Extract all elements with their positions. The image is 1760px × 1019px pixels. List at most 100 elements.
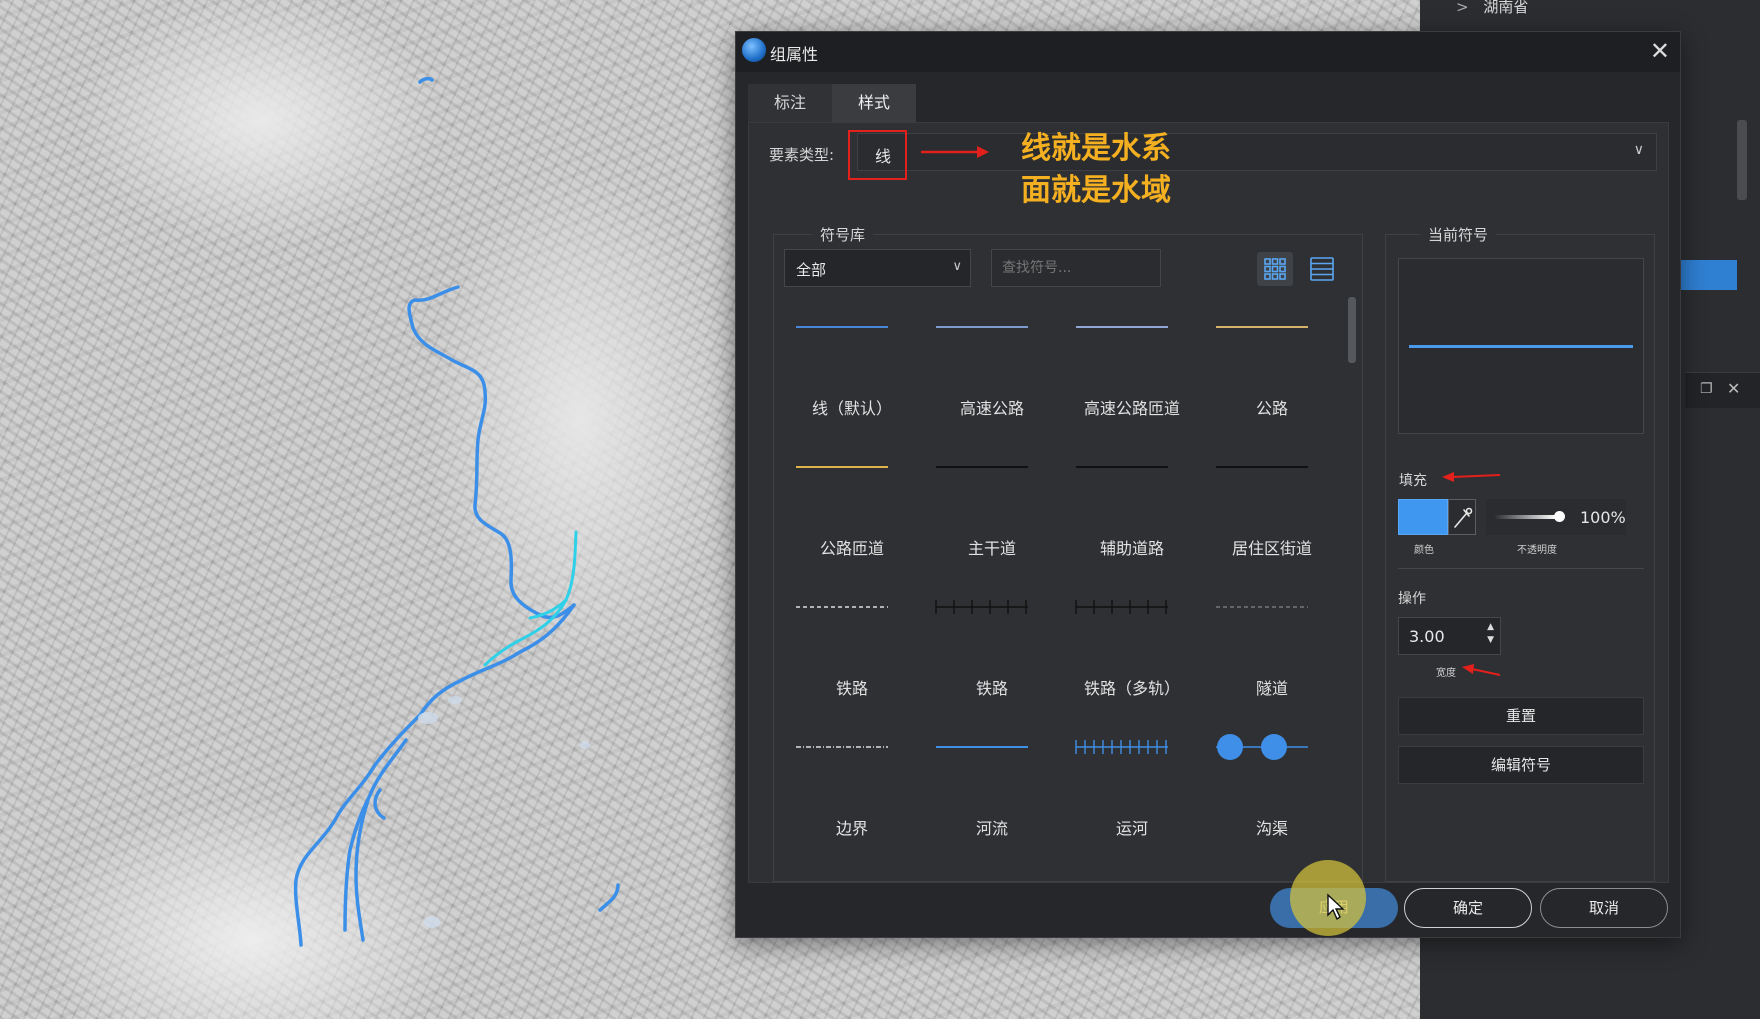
width-value: 3.00	[1409, 627, 1445, 646]
symbol-preview	[1075, 600, 1168, 614]
annotation-highlight-box	[848, 130, 907, 180]
cancel-button[interactable]: 取消	[1540, 888, 1668, 928]
chevron-down-icon: ∨	[952, 259, 962, 274]
annotation-arrow-icon	[921, 146, 989, 158]
list-view-icon[interactable]	[1304, 252, 1340, 286]
panel-header-bar	[1685, 372, 1760, 408]
symbol-preview	[935, 600, 1028, 614]
symbol-item[interactable]: 高速公路匝道	[1062, 307, 1202, 447]
opacity-caption: 不透明度	[1517, 545, 1557, 556]
symbol-item[interactable]: 边界	[782, 727, 922, 867]
symbol-preview	[1076, 326, 1168, 328]
symbol-item[interactable]: 高速公路	[922, 307, 1062, 447]
symbol-category-select[interactable]: 全部 ∨	[784, 249, 971, 287]
tree-item-hunan[interactable]: > 湖南省	[1456, 0, 1528, 17]
symbol-item[interactable]: 隧道	[1202, 587, 1342, 727]
eyedropper-icon[interactable]	[1448, 499, 1476, 535]
color-caption: 颜色	[1414, 545, 1434, 556]
symbol-label: 铁路	[975, 679, 1008, 698]
tree-item-label: 湖南省	[1483, 0, 1529, 16]
current-symbol-group: 当前符号 填充 100% 颜色 不透明度 操作 3.00 ▲ ▼ 宽度 重置 编…	[1385, 224, 1655, 882]
opacity-slider[interactable]: 100%	[1486, 499, 1626, 535]
symbol-category-value: 全部	[796, 261, 827, 279]
restore-icon[interactable]: ❐	[1700, 381, 1713, 397]
symbol-preview	[796, 606, 888, 608]
opacity-value: 100%	[1580, 508, 1626, 527]
spinner-arrows-icon[interactable]: ▲ ▼	[1487, 621, 1494, 647]
annotation-line-2: 面就是水域	[1021, 173, 1171, 208]
tab-style[interactable]: 样式	[832, 84, 916, 122]
symbol-label: 居住区街道	[1231, 539, 1312, 558]
symbol-label: 铁路	[835, 679, 868, 698]
chevron-down-icon: ∨	[1633, 142, 1644, 158]
symbol-item[interactable]: 线（默认）	[782, 307, 922, 447]
tab-label[interactable]: 标注	[748, 84, 832, 122]
symbol-preview	[1216, 326, 1308, 328]
style-tab-content: 要素类型: 线 ∨ 线就是水系 面就是水域 符号库 全部 ∨ 查找符号... 线…	[748, 122, 1669, 883]
opacity-knob[interactable]	[1554, 511, 1565, 522]
symbol-list-scrollbar[interactable]	[1347, 297, 1357, 877]
symbol-label: 高速公路	[959, 399, 1024, 418]
symbol-item[interactable]: 辅助道路	[1062, 447, 1202, 587]
symbol-preview	[796, 326, 888, 328]
symbol-label: 边界	[835, 819, 868, 838]
ok-button[interactable]: 确定	[1404, 888, 1532, 928]
close-icon[interactable]: ✕	[1650, 36, 1670, 66]
symbol-label: 辅助道路	[1099, 539, 1164, 558]
element-type-label: 要素类型:	[769, 146, 835, 164]
group-properties-dialog: 组属性 ✕ 标注 样式 要素类型: 线 ∨ 线就是水系 面就是水域 符号库 全部…	[735, 31, 1681, 938]
symbol-label: 运河	[1115, 819, 1148, 838]
symbol-label: 高速公路匝道	[1083, 399, 1180, 418]
symbol-label: 沟渠	[1255, 819, 1288, 838]
symbol-item[interactable]: 公路匝道	[782, 447, 922, 587]
dialog-titlebar[interactable]: 组属性 ✕	[736, 32, 1680, 72]
symbol-label: 河流	[975, 819, 1008, 838]
symbol-item[interactable]: 铁路	[782, 587, 922, 727]
current-symbol-legend: 当前符号	[1420, 224, 1497, 245]
fill-label: 填充	[1399, 473, 1427, 489]
chevron-right-icon: >	[1456, 0, 1469, 16]
symbol-preview	[936, 326, 1028, 328]
current-symbol-preview	[1398, 258, 1644, 434]
symbol-item[interactable]: 居住区街道	[1202, 447, 1342, 587]
symbol-preview	[1216, 606, 1308, 608]
width-spinbox[interactable]: 3.00 ▲ ▼	[1398, 617, 1501, 655]
symbol-item[interactable]: 公路	[1202, 307, 1342, 447]
annotation-arrow-icon	[1442, 472, 1501, 482]
symbol-search-input[interactable]	[991, 249, 1161, 287]
operation-label: 操作	[1398, 591, 1426, 607]
width-caption: 宽度	[1436, 668, 1456, 679]
annotation-text: 线就是水系 面就是水域	[1021, 128, 1171, 212]
symbol-item[interactable]: 河流	[922, 727, 1062, 867]
mouse-cursor-icon	[1327, 893, 1345, 921]
symbol-preview	[1216, 466, 1308, 468]
symbol-item[interactable]: 主干道	[922, 447, 1062, 587]
annotation-line-1: 线就是水系	[1021, 131, 1171, 166]
dialog-title: 组属性	[770, 45, 819, 64]
symbol-item[interactable]: 铁路	[922, 587, 1062, 727]
opacity-track[interactable]	[1494, 515, 1556, 519]
selected-row-highlight[interactable]	[1681, 260, 1737, 290]
grid-view-icon[interactable]	[1257, 252, 1293, 286]
edit-symbol-button[interactable]: 编辑符号	[1398, 746, 1644, 784]
symbol-library-group: 符号库 全部 ∨ 查找符号... 线（默认） 高速公路 高速公路匝道 公路 公路…	[773, 224, 1363, 882]
panel-close-icon[interactable]: ✕	[1727, 379, 1740, 398]
symbol-library-legend: 符号库	[812, 224, 874, 245]
symbol-preview	[936, 746, 1028, 748]
symbol-item[interactable]: 运河	[1062, 727, 1202, 867]
reset-button[interactable]: 重置	[1398, 697, 1644, 735]
panel-scrollbar[interactable]	[1737, 120, 1747, 200]
symbol-label: 公路	[1255, 399, 1288, 418]
scrollbar-thumb[interactable]	[1348, 297, 1356, 363]
symbol-item[interactable]: 铁路（多轨）	[1062, 587, 1202, 727]
symbol-preview	[1216, 734, 1308, 760]
symbol-preview	[1075, 740, 1168, 754]
symbol-item[interactable]: 沟渠	[1202, 727, 1342, 867]
divider	[1398, 568, 1644, 569]
symbol-label: 线（默认）	[811, 399, 892, 418]
symbol-preview	[1076, 466, 1168, 468]
symbol-preview	[936, 466, 1028, 468]
symbol-preview	[796, 746, 888, 748]
fill-color-swatch[interactable]	[1398, 499, 1448, 535]
app-globe-icon	[742, 38, 766, 62]
